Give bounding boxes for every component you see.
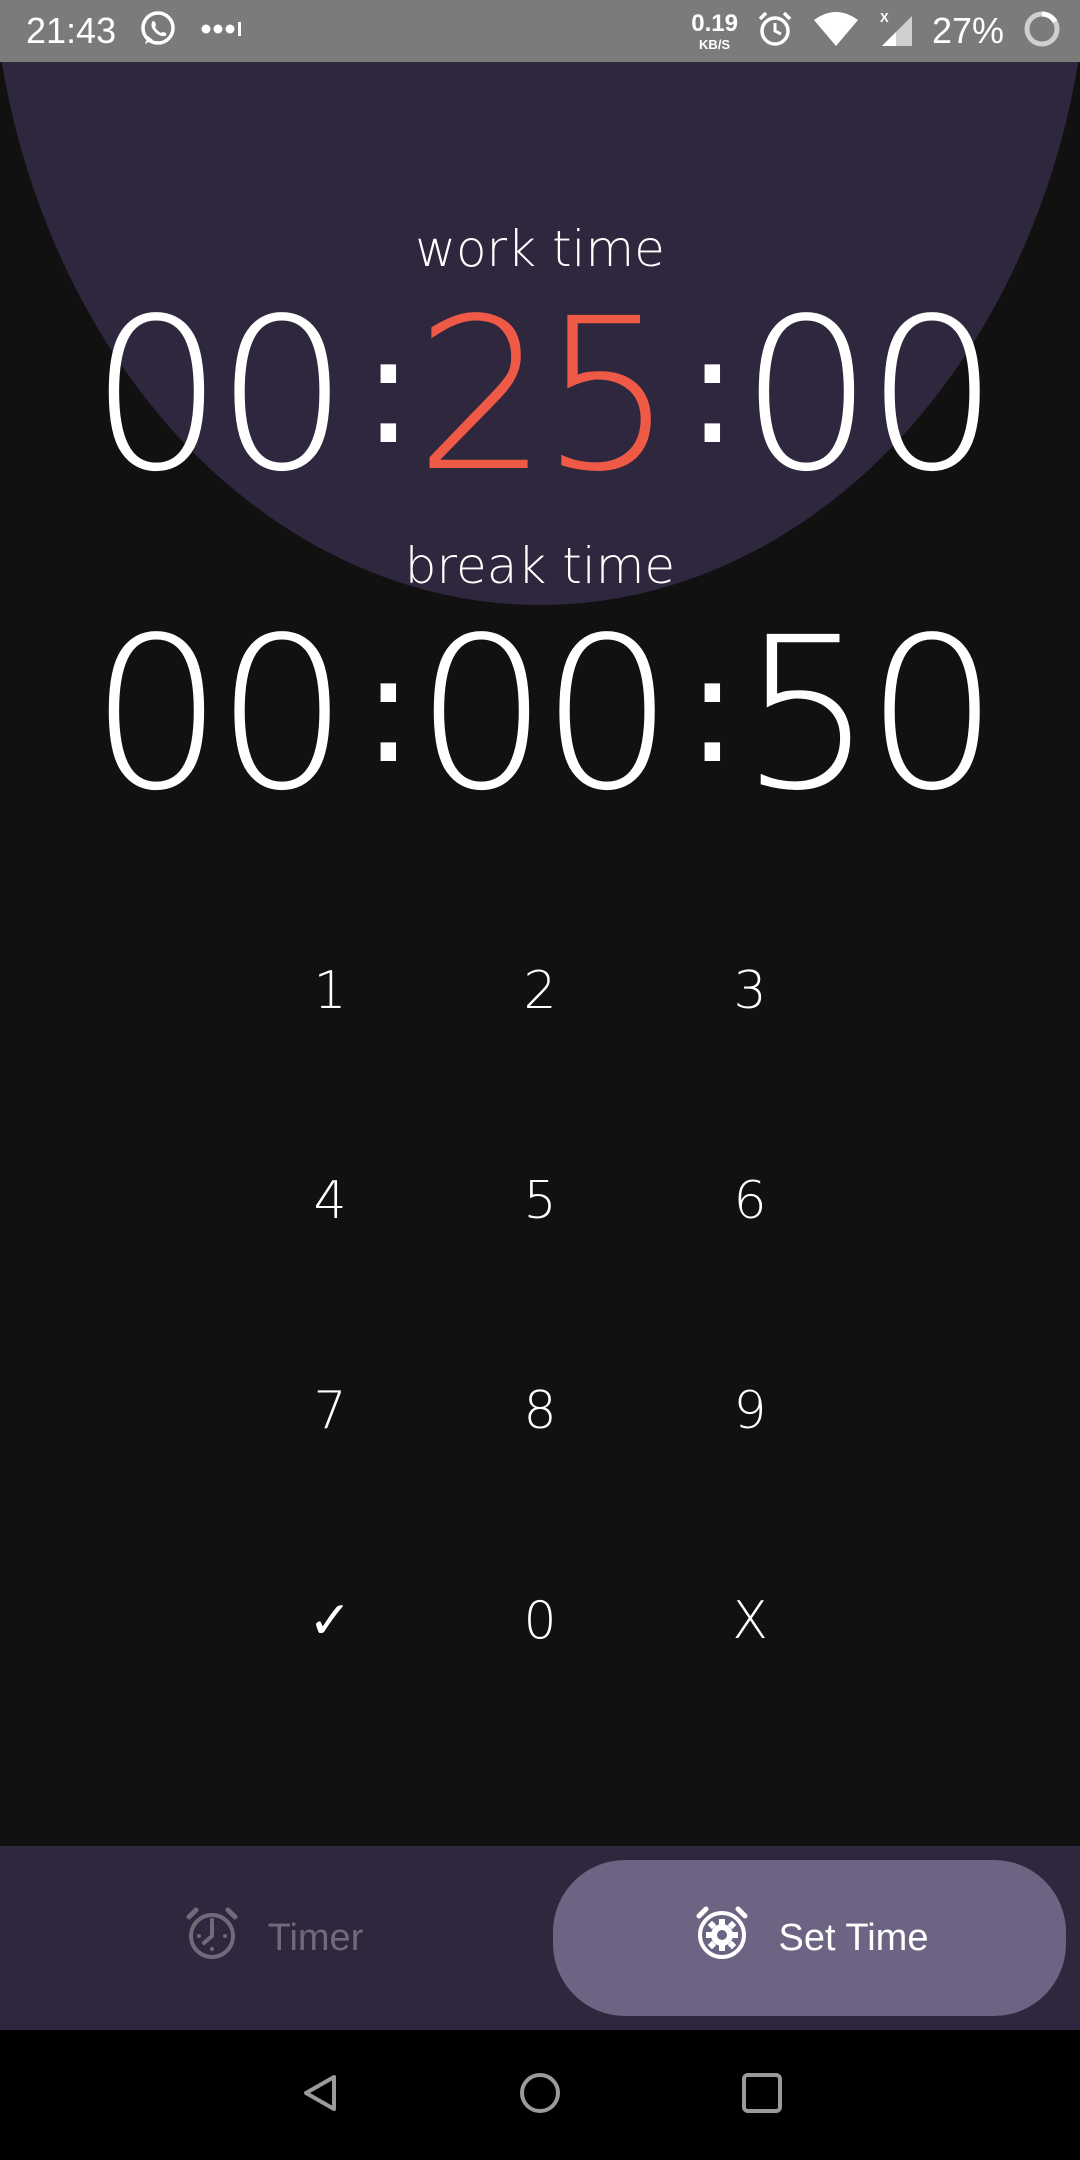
recents-button[interactable] xyxy=(722,2055,802,2135)
key-3[interactable]: 3 xyxy=(670,911,830,1071)
wifi-icon xyxy=(812,10,860,52)
nav-timer-tab[interactable]: Timer xyxy=(0,1860,545,2016)
key-5[interactable]: 5 xyxy=(460,1121,620,1281)
key-6[interactable]: 6 xyxy=(670,1121,830,1281)
stopwatch-icon xyxy=(182,1903,242,1973)
more-notifications-icon xyxy=(200,19,244,43)
break-time-label: break time xyxy=(404,537,676,595)
work-time-display: 00 : 25 : 00 xyxy=(0,291,1080,501)
back-button[interactable] xyxy=(280,2055,360,2135)
nav-set-time-label: Set Time xyxy=(778,1916,929,1959)
timer-screen: 21:43 0.19 KB/S X 27% work time 00: 25 … xyxy=(0,0,1080,2160)
break-hours[interactable]: 00 xyxy=(90,610,349,820)
battery-ring-icon xyxy=(1022,9,1062,53)
status-time: 21:43 xyxy=(26,10,117,51)
bottom-navigation: Timer Set Time xyxy=(0,1846,1080,2030)
status-bar: 21:43 0.19 KB/S X 27% xyxy=(0,0,1080,62)
alarm-icon xyxy=(756,10,794,52)
break-seconds[interactable]: 50 xyxy=(740,610,999,820)
work-minutes[interactable]: 25 xyxy=(415,291,674,501)
svg-text:X: X xyxy=(880,10,889,25)
status-right: 0.19 KB/S X 27% xyxy=(691,0,1062,62)
net-speed: 0.19 KB/S xyxy=(691,9,738,52)
colon-separator: : xyxy=(363,623,414,797)
key-4[interactable]: 4 xyxy=(250,1121,410,1281)
break-time-display: 00 : 00 : 50 xyxy=(0,610,1080,820)
system-navigation-bar xyxy=(0,2030,1080,2160)
clear-key[interactable]: X xyxy=(670,1541,830,1701)
net-speed-value: 0.19 xyxy=(691,9,738,37)
status-left: 21:43 xyxy=(26,0,244,62)
nav-timer-label: Timer xyxy=(267,1916,364,1959)
colon-separator: : xyxy=(687,304,738,478)
net-speed-unit: KB/S xyxy=(699,36,731,52)
colon-separator: : xyxy=(363,304,414,478)
nav-set-time-tab[interactable]: Set Time xyxy=(553,1860,1066,2016)
key-2[interactable]: 2 xyxy=(460,911,620,1071)
alarm-gear-icon xyxy=(691,1902,753,1974)
whatsapp-icon xyxy=(138,9,178,53)
key-0[interactable]: 0 xyxy=(460,1541,620,1701)
key-1[interactable]: 1 xyxy=(250,911,410,1071)
key-8[interactable]: 8 xyxy=(460,1331,620,1491)
key-9[interactable]: 9 xyxy=(670,1331,830,1491)
home-button[interactable] xyxy=(500,2055,580,2135)
confirm-key[interactable]: ✓ xyxy=(250,1541,410,1701)
home-circle-icon xyxy=(516,2069,564,2121)
recents-square-icon xyxy=(740,2071,784,2119)
break-minutes[interactable]: 00 xyxy=(415,610,674,820)
colon-separator: : xyxy=(687,623,738,797)
battery-percent: 27% xyxy=(931,10,1004,51)
work-time-label: work time xyxy=(415,220,665,278)
back-triangle-icon xyxy=(298,2071,342,2119)
work-seconds[interactable]: 00 xyxy=(740,291,999,501)
key-7[interactable]: 7 xyxy=(250,1331,410,1491)
work-hours[interactable]: 00 xyxy=(90,291,349,501)
signal-icon: X xyxy=(878,10,914,52)
